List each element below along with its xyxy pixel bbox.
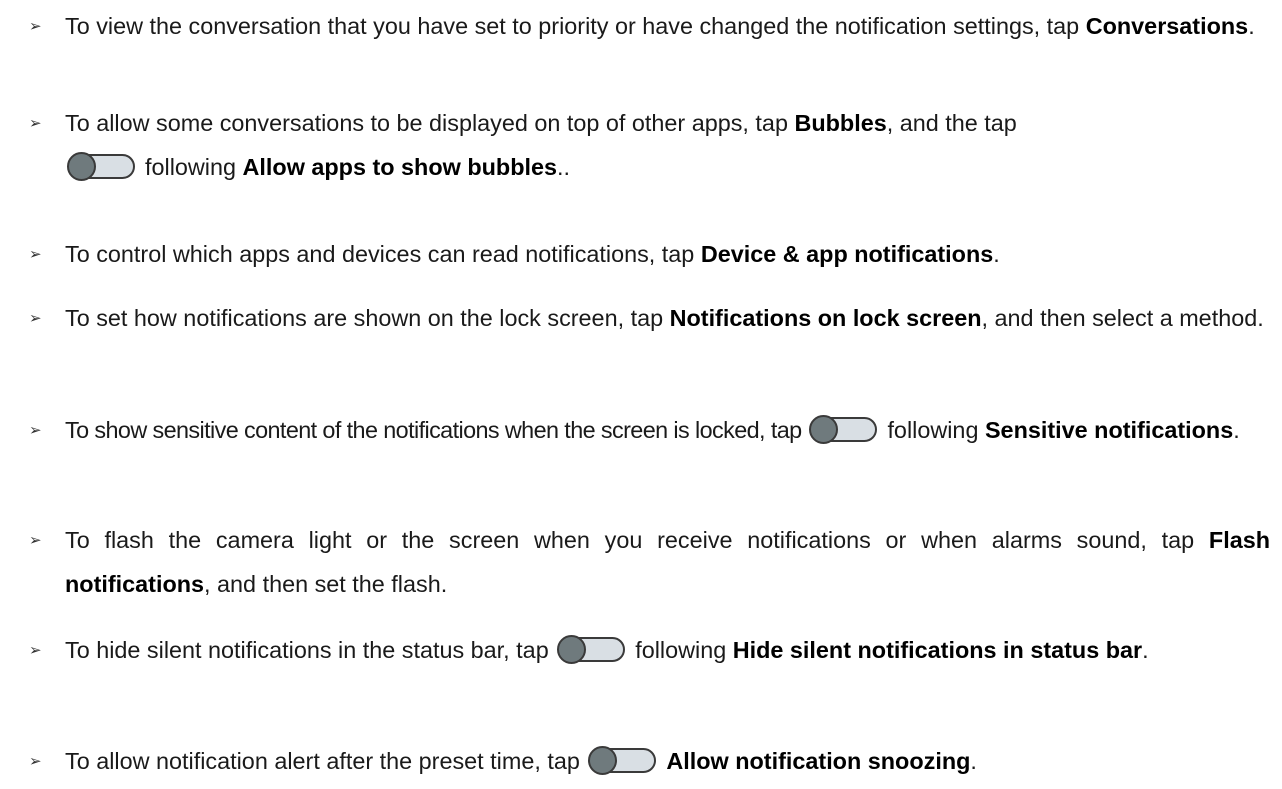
list-item-text: To view the conversation that you have s… <box>65 13 1255 39</box>
list-item-text: To control which apps and devices can re… <box>65 241 1000 267</box>
sensitive-notifications-label: Sensitive notifications <box>984 417 1234 443</box>
notifications-on-lock-screen-label: Notifications on lock screen <box>669 305 982 331</box>
bubbles-label: Bubbles <box>794 110 887 136</box>
bullet-arrow-icon: ➢ <box>29 531 42 549</box>
toggle-off-icon <box>588 746 658 775</box>
list-item-text: To hide silent notifications in the stat… <box>65 635 1149 664</box>
toggle-off-icon <box>557 635 627 664</box>
hide-silent-notifications-label: Hide silent notifications in status bar <box>732 637 1143 663</box>
list-item-text: To show sensitive content of the notific… <box>65 415 1240 444</box>
bullet-arrow-icon: ➢ <box>29 309 42 327</box>
toggle-off-icon <box>67 152 137 181</box>
bullet-arrow-icon: ➢ <box>29 114 42 132</box>
list-item-text: To allow some conversations to be displa… <box>65 110 1017 181</box>
allow-notification-snoozing-label: Allow notification snoozing <box>666 748 971 774</box>
bullet-arrow-icon: ➢ <box>29 752 42 770</box>
conversations-label: Conversations <box>1085 13 1249 39</box>
list-item-text: To flash the camera light or the screen … <box>65 527 1270 597</box>
device-app-notifications-label: Device & app notifications <box>700 241 994 267</box>
bullet-arrow-icon: ➢ <box>29 421 42 439</box>
bullet-arrow-icon: ➢ <box>29 245 42 263</box>
list-item-text: To set how notifications are shown on th… <box>65 305 1264 331</box>
bullet-arrow-icon: ➢ <box>29 641 42 659</box>
toggle-off-icon <box>809 415 879 444</box>
allow-apps-to-show-bubbles-label: Allow apps to show bubbles <box>242 154 557 180</box>
list-item-text: To allow notification alert after the pr… <box>65 746 977 775</box>
bullet-arrow-icon: ➢ <box>29 17 42 35</box>
